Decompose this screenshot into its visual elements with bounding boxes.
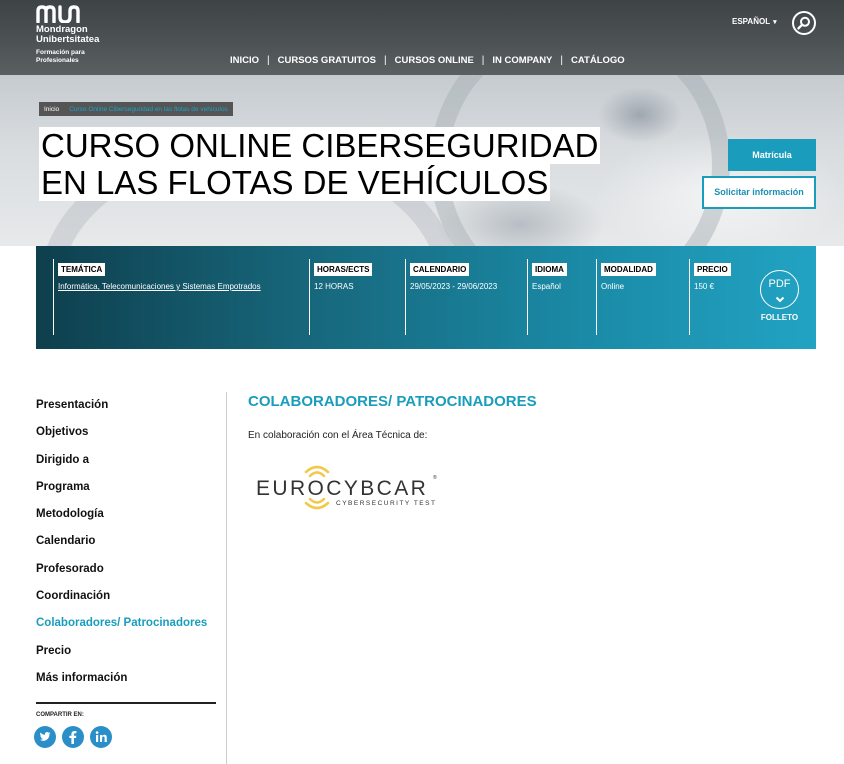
info-horas: HORAS/ECTS 12 HORAS [309, 259, 405, 335]
site-header: Mondragon Unibertsitatea Formación para … [0, 0, 844, 75]
nav-catalogo[interactable]: CATÁLOGO [563, 55, 633, 66]
info-value: 12 HORAS [314, 282, 354, 291]
breadcrumb-home[interactable]: Inicio [44, 106, 59, 113]
info-tematica: TEMÁTICA Informática, Telecomunicaciones… [53, 259, 309, 335]
sidebar-item-programa[interactable]: Programa [36, 474, 216, 501]
nav-cursos-gratuitos[interactable]: CURSOS GRATUITOS [270, 55, 384, 66]
sponsor-logo-text: EUROCYBCAR [256, 477, 429, 500]
info-value: 150 € [694, 282, 715, 291]
logo-tagline: Formación para Profesionales [36, 49, 85, 64]
section-sidebar: Presentación Objetivos Dirigido a Progra… [36, 392, 216, 692]
facebook-icon [69, 731, 77, 744]
page-title: CURSO ONLINE CIBERSEGURIDAD EN LAS FLOTA… [39, 127, 659, 201]
sidebar-item-metodologia[interactable]: Metodología [36, 501, 216, 528]
sidebar-item-presentacion[interactable]: Presentación [36, 392, 216, 419]
sidebar-item-dirigido-a[interactable]: Dirigido a [36, 447, 216, 474]
registered-mark-icon: ® [433, 475, 437, 481]
sidebar-item-objetivos[interactable]: Objetivos [36, 419, 216, 446]
sidebar-item-mas-informacion[interactable]: Más información [36, 665, 216, 692]
sidebar-item-precio[interactable]: Precio [36, 638, 216, 665]
language-selector[interactable]: ESPAÑOL ▾ [732, 17, 777, 26]
info-idioma: IDIOMA Español [527, 259, 596, 335]
twitter-share-button[interactable] [34, 726, 56, 748]
facebook-share-button[interactable] [62, 726, 84, 748]
language-label: ESPAÑOL [732, 17, 771, 26]
twitter-icon [39, 732, 51, 741]
breadcrumb: Inicio Curso Online Ciberseguridad en la… [39, 102, 233, 116]
info-precio: PRECIO 150 € [689, 259, 749, 335]
info-label: MODALIDAD [601, 263, 656, 276]
info-calendario: CALENDARIO 29/05/2023 - 29/06/2023 [405, 259, 527, 335]
section-title: COLABORADORES/ PATROCINADORES [248, 393, 537, 410]
info-label: IDIOMA [532, 263, 567, 276]
content-divider [226, 392, 227, 764]
share-label: COMPARTIR EN: [36, 712, 84, 718]
sidebar-item-colaboradores[interactable]: Colaboradores/ Patrocinadores [36, 610, 216, 637]
eurocybcar-logo: EUROCYBCAR CYBERSECURITY TEST ® [256, 460, 446, 515]
info-value: 29/05/2023 - 29/06/2023 [410, 282, 498, 291]
sidebar-item-calendario[interactable]: Calendario [36, 528, 216, 555]
nav-in-company[interactable]: IN COMPANY [484, 55, 560, 66]
nav-inicio[interactable]: INICIO [222, 55, 267, 66]
breadcrumb-current: Curso Online Ciberseguridad en las flota… [69, 105, 228, 113]
search-button[interactable] [792, 11, 816, 35]
social-share-buttons [34, 726, 112, 748]
sidebar-item-profesorado[interactable]: Profesorado [36, 556, 216, 583]
chevron-down-icon: ▾ [773, 19, 777, 26]
info-label: PRECIO [694, 263, 731, 276]
search-icon [797, 16, 810, 30]
chevron-down-icon [775, 296, 784, 303]
sidebar-divider [36, 702, 216, 704]
page-title-line2: EN LAS FLOTAS DE VEHÍCULOS [39, 164, 551, 201]
info-label: HORAS/ECTS [314, 263, 373, 276]
info-label: TEMÁTICA [58, 263, 106, 276]
request-info-button[interactable]: Solicitar información [702, 176, 816, 209]
mondragon-logo-mark [36, 5, 80, 23]
info-value-link[interactable]: Informática, Telecomunicaciones y Sistem… [58, 282, 309, 291]
linkedin-share-button[interactable] [90, 726, 112, 748]
logo-line2: Unibertsitatea [36, 34, 100, 45]
brochure-label[interactable]: FOLLETO [760, 313, 799, 322]
collaboration-text: En colaboración con el Área Técnica de: [248, 430, 428, 441]
info-value: Online [601, 282, 625, 291]
linkedin-icon [95, 731, 107, 742]
info-label: CALENDARIO [410, 263, 470, 276]
pdf-download-button[interactable]: PDF [760, 270, 799, 309]
nav-cursos-online[interactable]: CURSOS ONLINE [387, 55, 482, 66]
info-value: Español [532, 282, 561, 291]
main-nav: INICIO | CURSOS GRATUITOS | CURSOS ONLIN… [222, 55, 633, 66]
mondragon-logo[interactable]: Mondragon Unibertsitatea Formación para … [36, 5, 106, 64]
course-info-band: TEMÁTICA Informática, Telecomunicaciones… [36, 246, 816, 349]
pdf-label: PDF [768, 278, 791, 290]
sponsor-logo-subtext: CYBERSECURITY TEST [336, 500, 437, 507]
hero-banner: Inicio Curso Online Ciberseguridad en la… [0, 75, 844, 246]
enroll-button[interactable]: Matrícula [728, 139, 816, 171]
page-title-line1: CURSO ONLINE CIBERSEGURIDAD [39, 127, 601, 164]
sidebar-item-coordinacion[interactable]: Coordinación [36, 583, 216, 610]
info-modalidad: MODALIDAD Online [596, 259, 689, 335]
